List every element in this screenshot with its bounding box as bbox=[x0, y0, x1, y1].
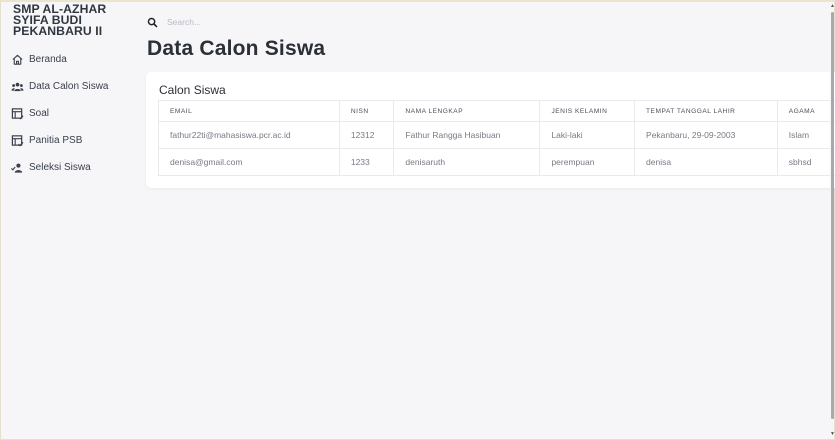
search-input[interactable] bbox=[167, 17, 327, 27]
document-edit-icon bbox=[11, 107, 24, 120]
document-check-icon bbox=[11, 134, 24, 147]
cell-nisn: 12312 bbox=[339, 122, 394, 149]
cell-email: denisa@gmail.com bbox=[159, 149, 340, 176]
app-window: SMP AL-AZHAR SYIFA BUDI PEKANBARU II Ber… bbox=[0, 0, 835, 440]
cell-nama-lengkap: denisaruth bbox=[394, 149, 540, 176]
table-header-row: EMAIL NISN NAMA LENGKAP JENIS KELAMIN TE… bbox=[159, 101, 835, 122]
sidebar-item-label: Soal bbox=[29, 108, 49, 119]
students-card: Calon Siswa EMAIL NISN NAMA LENGKAP JENI… bbox=[146, 72, 835, 188]
cell-agama: Islam bbox=[777, 122, 835, 149]
cell-tempat-tanggal-lahir: denisa bbox=[635, 149, 778, 176]
card-title: Calon Siswa bbox=[159, 83, 226, 97]
sidebar-item-label: Beranda bbox=[29, 54, 67, 65]
users-icon bbox=[11, 80, 24, 93]
user-check-icon bbox=[11, 161, 24, 174]
students-table: EMAIL NISN NAMA LENGKAP JENIS KELAMIN TE… bbox=[158, 100, 835, 176]
page-title: Data Calon Siswa bbox=[147, 37, 325, 61]
scroll-down-arrow-icon[interactable]: ▼ bbox=[830, 432, 834, 437]
cell-email: fathur22ti@mahasiswa.pcr.ac.id bbox=[159, 122, 340, 149]
sidebar-item-soal[interactable]: Soal bbox=[11, 100, 108, 127]
search-icon[interactable] bbox=[147, 17, 158, 28]
cell-tempat-tanggal-lahir: Pekanbaru, 29-09-2003 bbox=[635, 122, 778, 149]
sidebar-item-seleksi-siswa[interactable]: Seleksi Siswa bbox=[11, 154, 108, 181]
table-row[interactable]: denisa@gmail.com 1233 denisaruth perempu… bbox=[159, 149, 835, 176]
sidebar-item-data-calon-siswa[interactable]: Data Calon Siswa bbox=[11, 73, 108, 100]
column-header-email[interactable]: EMAIL bbox=[159, 101, 340, 122]
scrollbar-thumb[interactable] bbox=[831, 12, 834, 419]
home-icon bbox=[11, 53, 24, 66]
search-bar bbox=[147, 14, 327, 30]
column-header-nama-lengkap[interactable]: NAMA LENGKAP bbox=[394, 101, 540, 122]
cell-jenis-kelamin: perempuan bbox=[540, 149, 635, 176]
column-header-agama[interactable]: AGAMA bbox=[777, 101, 835, 122]
sidebar: SMP AL-AZHAR SYIFA BUDI PEKANBARU II Ber… bbox=[1, 2, 141, 439]
vertical-scrollbar[interactable]: ▲ ▼ bbox=[830, 2, 834, 439]
brand-title: SMP AL-AZHAR SYIFA BUDI PEKANBARU II bbox=[13, 4, 133, 37]
sidebar-item-label: Seleksi Siswa bbox=[29, 162, 91, 173]
sidebar-item-label: Data Calon Siswa bbox=[29, 81, 108, 92]
scroll-up-arrow-icon[interactable]: ▲ bbox=[830, 4, 834, 9]
cell-jenis-kelamin: Laki-laki bbox=[540, 122, 635, 149]
cell-nama-lengkap: Fathur Rangga Hasibuan bbox=[394, 122, 540, 149]
cell-nisn: 1233 bbox=[339, 149, 394, 176]
sidebar-item-label: Panitia PSB bbox=[29, 135, 82, 146]
sidebar-item-beranda[interactable]: Beranda bbox=[11, 46, 108, 73]
column-header-tempat-tanggal-lahir[interactable]: TEMPAT TANGGAL LAHIR bbox=[635, 101, 778, 122]
cell-agama: sbhsd bbox=[777, 149, 835, 176]
table-row[interactable]: fathur22ti@mahasiswa.pcr.ac.id 12312 Fat… bbox=[159, 122, 835, 149]
sidebar-item-panitia-psb[interactable]: Panitia PSB bbox=[11, 127, 108, 154]
column-header-nisn[interactable]: NISN bbox=[339, 101, 394, 122]
sidebar-nav: Beranda Data Calon Siswa Soal Panitia PS… bbox=[11, 46, 108, 181]
column-header-jenis-kelamin[interactable]: JENIS KELAMIN bbox=[540, 101, 635, 122]
